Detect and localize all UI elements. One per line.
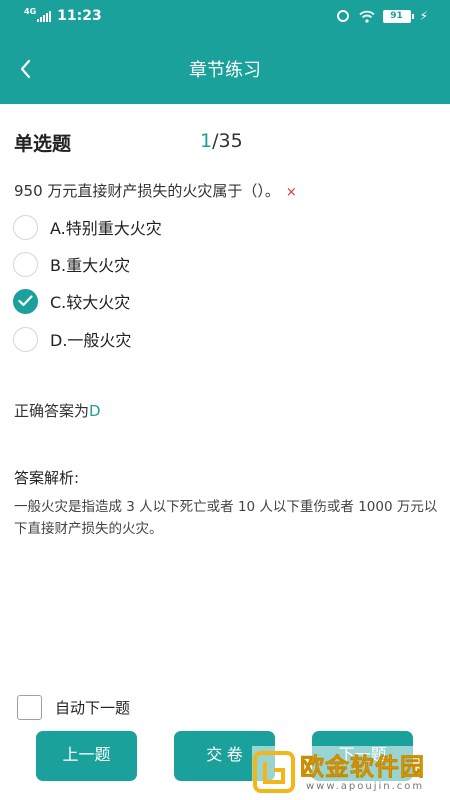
watermark-text: 欧金软件园 www.apoujin.com bbox=[300, 752, 425, 792]
radio-a[interactable] bbox=[13, 214, 38, 240]
auto-next-label: 自动下一题 bbox=[55, 699, 131, 717]
header: 章节练习 bbox=[0, 34, 450, 104]
watermark-brand: 欧金软件园 bbox=[300, 752, 425, 781]
answer-prefix: 正确答案为 bbox=[14, 402, 90, 420]
auto-next-toggle[interactable]: 自动下一题 bbox=[17, 695, 130, 720]
status-right: 91 ⚡ bbox=[336, 9, 428, 23]
watermark: 欧金软件园 www.apoujin.com bbox=[252, 746, 448, 798]
option-label: C.较大火灾 bbox=[50, 293, 131, 312]
wrong-mark-icon: × bbox=[285, 185, 297, 200]
radio-c-checked[interactable] bbox=[13, 288, 38, 314]
watermark-url: www.apoujin.com bbox=[306, 780, 425, 792]
signal-icon bbox=[37, 10, 52, 22]
total-questions: /35 bbox=[212, 130, 243, 152]
radio-d[interactable] bbox=[13, 326, 38, 352]
radio-b[interactable] bbox=[13, 251, 38, 277]
answer-value: D bbox=[89, 402, 101, 420]
page-title: 章节练习 bbox=[189, 60, 261, 81]
analysis-text: 一般火灾是指造成 3 人以下死亡或者 10 人以下重伤或者 1000 万元以下直… bbox=[14, 499, 438, 537]
question-stem: 950 万元直接财产损失的火灾属于（）。 bbox=[14, 182, 280, 200]
question-type: 单选题 bbox=[14, 133, 72, 155]
network-type: 4G bbox=[24, 7, 37, 16]
option-c[interactable]: C.较大火灾 bbox=[13, 288, 130, 314]
question-progress: 1/35 bbox=[200, 130, 243, 152]
analysis-title: 答案解析: bbox=[14, 469, 80, 487]
option-a[interactable]: A.特别重大火灾 bbox=[13, 214, 162, 240]
status-left: 4G 11:23 bbox=[24, 7, 102, 25]
prev-question-button[interactable]: 上一题 bbox=[36, 731, 137, 781]
wifi-icon bbox=[358, 10, 375, 23]
battery-icon: 91 bbox=[382, 9, 414, 23]
option-d[interactable]: D.一般火灾 bbox=[13, 326, 131, 352]
current-question-number: 1 bbox=[200, 130, 213, 152]
status-bar: 4G 11:23 91 ⚡ bbox=[0, 0, 450, 34]
question-text: 950 万元直接财产损失的火灾属于（）。 × bbox=[14, 180, 297, 201]
auto-next-checkbox[interactable] bbox=[17, 695, 42, 720]
option-label: A.特别重大火灾 bbox=[50, 219, 162, 238]
checkmark-icon bbox=[18, 295, 33, 307]
charging-icon: ⚡ bbox=[419, 9, 428, 23]
option-label: D.一般火灾 bbox=[50, 331, 132, 350]
option-b[interactable]: B.重大火灾 bbox=[13, 251, 130, 277]
correct-answer: 正确答案为D bbox=[14, 400, 101, 421]
option-label: B.重大火灾 bbox=[50, 256, 131, 275]
watermark-logo-icon bbox=[253, 751, 295, 793]
alarm-icon bbox=[336, 10, 349, 22]
status-time: 11:23 bbox=[57, 8, 102, 24]
